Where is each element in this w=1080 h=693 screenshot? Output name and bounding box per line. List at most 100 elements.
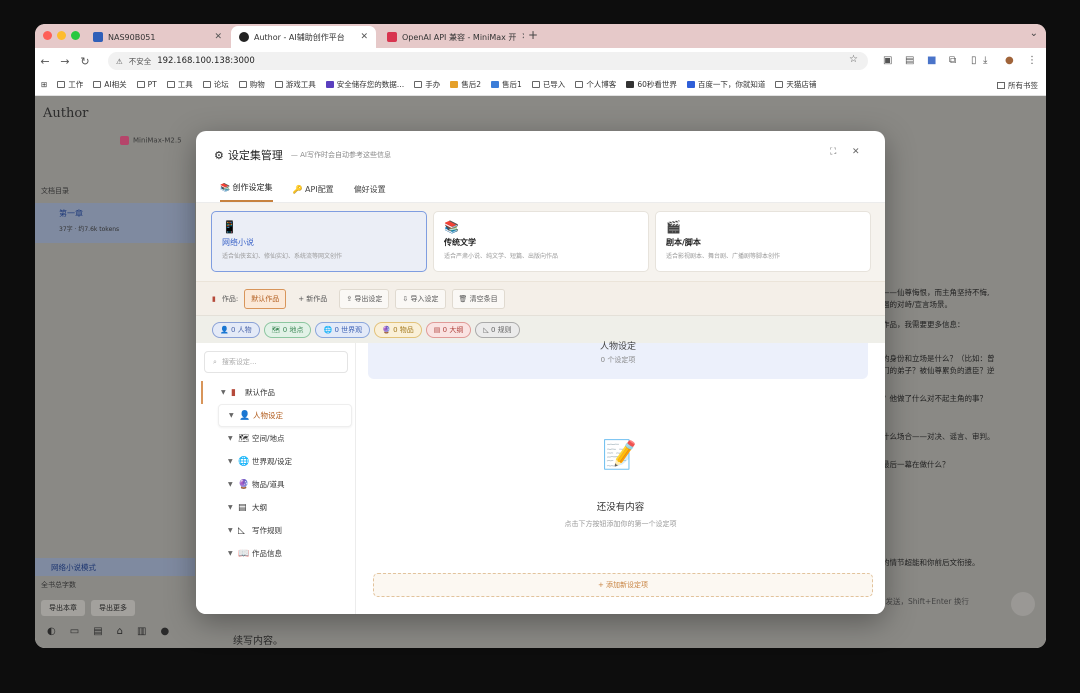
- settings-main-panel: 人物设定 0 个设定项 📝 还没有内容 点击下方按钮添加你的第一个设定项 + 添…: [356, 342, 885, 614]
- extension-icon[interactable]: ■: [927, 55, 936, 66]
- stat-chip-locations[interactable]: 🗺 0 地点: [263, 321, 312, 338]
- book-icon[interactable]: ▥: [137, 626, 146, 637]
- save-icon[interactable]: ▭: [70, 626, 79, 637]
- extensions-puzzle-icon[interactable]: ⧉: [949, 55, 956, 66]
- tree-item-items[interactable]: ▼ 🔮 物品/道具: [196, 473, 356, 496]
- default-work-button[interactable]: 默认作品: [244, 288, 287, 309]
- chevron-down-icon[interactable]: ▼: [228, 458, 238, 465]
- tab-api-config[interactable]: 🔑 API配置: [293, 184, 334, 202]
- bookmark-link[interactable]: 60秒看世界: [626, 79, 677, 90]
- tree-item-world[interactable]: ▼ 🌐 世界观/设定: [196, 450, 356, 473]
- open-book-icon: 📖: [238, 548, 250, 559]
- tree-item-outline[interactable]: ▼ ▤ 大纲: [196, 496, 356, 519]
- tab-search-icon[interactable]: ⌄: [1030, 28, 1038, 39]
- add-setting-button[interactable]: + 添加新设定项: [373, 573, 873, 597]
- browser-tab[interactable]: NAS90B051 ✕: [85, 26, 230, 48]
- bookmark-folder[interactable]: 天猫店铺: [775, 79, 816, 90]
- bookmark-folder[interactable]: 购物: [238, 79, 265, 90]
- export-chapter-button[interactable]: 导出本章: [41, 600, 85, 616]
- browser-tab-active[interactable]: Author - AI辅助创作平台 ✕: [231, 26, 376, 48]
- chevron-down-icon[interactable]: ▼: [221, 389, 231, 396]
- minimize-window-button[interactable]: [57, 31, 66, 40]
- close-tab-icon[interactable]: ✕: [521, 32, 524, 42]
- browser-tab[interactable]: OpenAI API 兼容 - MiniMax 开 ✕: [379, 26, 524, 48]
- avatar-icon[interactable]: ●: [1005, 55, 1014, 66]
- tree-root-default-work[interactable]: ▼ ▮ 默认作品: [201, 381, 356, 404]
- bookmark-link[interactable]: 百度一下，你就知道: [686, 79, 765, 90]
- chevron-down-icon[interactable]: ▼: [228, 504, 238, 511]
- stat-chip-world[interactable]: 🌐 0 世界观: [315, 321, 371, 338]
- category-banner: 人物设定 0 个设定项: [368, 342, 868, 379]
- tab-creative-settings[interactable]: 📚 创作设定集: [220, 182, 273, 202]
- close-icon[interactable]: ✕: [852, 147, 860, 157]
- extension-icon[interactable]: ▤: [905, 55, 914, 66]
- forward-icon[interactable]: →: [55, 55, 75, 68]
- address-bar[interactable]: ⚠ 不安全 192.168.100.138:3000 ☆: [108, 52, 868, 70]
- bookmark-star-icon[interactable]: ☆: [849, 54, 858, 65]
- stat-chip-outline[interactable]: ▤ 0 大纲: [425, 321, 472, 338]
- menu-icon[interactable]: ⋮: [1027, 55, 1037, 66]
- bookmark-link[interactable]: 售后2: [450, 79, 481, 90]
- bookmark-link[interactable]: 售后1: [491, 79, 522, 90]
- insecure-icon[interactable]: ⚠: [116, 57, 123, 66]
- chapter-title[interactable]: 第一章: [59, 208, 83, 219]
- chevron-down-icon[interactable]: ▼: [228, 527, 238, 534]
- bookmark-folder[interactable]: PT: [136, 80, 157, 89]
- close-window-button[interactable]: [43, 31, 52, 40]
- chevron-down-icon[interactable]: ▼: [228, 435, 238, 442]
- all-bookmarks[interactable]: 所有书签: [997, 80, 1038, 91]
- tree-item-work-info[interactable]: ▼ 📖 作品信息: [196, 542, 356, 565]
- bookmark-folder[interactable]: 工具: [166, 79, 193, 90]
- chevron-down-icon[interactable]: ▼: [229, 412, 239, 419]
- bookmark-link[interactable]: 安全储存您的数据…: [325, 79, 404, 90]
- genre-card-web-novel[interactable]: 📱 网络小说 适合仙侠玄幻、修仙实幻、系统流等网文创作: [211, 211, 427, 272]
- tree-item-characters[interactable]: ▼ 👤 人物设定: [218, 404, 352, 427]
- bookmark-folder[interactable]: 工作: [57, 79, 83, 90]
- reload-icon[interactable]: ↻: [75, 55, 95, 68]
- bookmark-folder[interactable]: AI相关: [93, 79, 127, 90]
- export-settings-button[interactable]: ⇪ 导出设定: [339, 288, 390, 309]
- import-settings-button[interactable]: ⇩ 导入设定: [395, 288, 446, 309]
- stat-chip-items[interactable]: 🔮 0 物品: [374, 321, 422, 338]
- back-icon[interactable]: ←: [35, 55, 55, 68]
- bookmark-folder[interactable]: 已导入: [531, 79, 565, 90]
- zoom-window-button[interactable]: [71, 31, 80, 40]
- url-text[interactable]: 192.168.100.138:3000: [157, 56, 255, 66]
- settings-modal: ⚙ 设定集管理 — AI写作时会自动参考这些信息 ⛶ ✕ 📚 创作设定集 🔑 A…: [196, 131, 885, 614]
- chevron-down-icon[interactable]: ▼: [228, 550, 238, 557]
- genre-card-literature[interactable]: 📚 传统文学 适合严肃小说、纯文学、短篇、出版向作品: [433, 211, 649, 272]
- download-icon[interactable]: ⤓: [983, 55, 987, 66]
- tree-item-locations[interactable]: ▼ 🗺 空间/地点: [196, 427, 356, 450]
- bookmark-folder[interactable]: 个人博客: [575, 79, 616, 90]
- model-selector[interactable]: MiniMax-M2.5: [120, 136, 182, 145]
- chat-line: 设计的情节超能和你前后文衔接。: [867, 558, 980, 567]
- tab-preferences[interactable]: 偏好设置: [354, 184, 386, 202]
- chevron-down-icon[interactable]: ▼: [228, 481, 238, 488]
- insecure-label[interactable]: 不安全: [129, 56, 152, 67]
- search-input[interactable]: ⌕ 搜索设定...: [204, 351, 348, 373]
- bookmark-folder[interactable]: 游戏工具: [274, 79, 316, 90]
- new-work-button[interactable]: + 新作品: [292, 290, 333, 308]
- close-tab-icon[interactable]: ✕: [360, 32, 368, 42]
- fullscreen-icon[interactable]: ⛶: [830, 147, 836, 157]
- share-icon[interactable]: ⌂: [117, 626, 123, 637]
- bookmark-folder[interactable]: 论坛: [202, 79, 229, 90]
- theme-icon[interactable]: ◐: [47, 626, 56, 637]
- folder-icon[interactable]: ▤: [93, 626, 102, 637]
- side-panel-icon[interactable]: ▯: [971, 55, 977, 66]
- apps-grid-icon[interactable]: ⊞: [41, 80, 47, 89]
- export-more-button[interactable]: 导出更多: [91, 600, 135, 616]
- new-tab-button[interactable]: +: [528, 28, 538, 42]
- stat-chip-characters[interactable]: 👤 0 人物: [212, 321, 260, 338]
- tree-item-rules[interactable]: ▼ ◺ 写作规则: [196, 519, 356, 542]
- close-tab-icon[interactable]: ✕: [214, 32, 222, 42]
- genre-card-script[interactable]: 🎬 剧本/脚本 适合影视剧本、舞台剧、广播剧等脚本创作: [655, 211, 871, 272]
- send-button[interactable]: [1011, 592, 1035, 616]
- stat-chip-rules[interactable]: ◺ 0 规则: [475, 321, 520, 338]
- extension-icon[interactable]: ▣: [883, 55, 892, 66]
- folder-icon: [166, 81, 175, 88]
- github-icon[interactable]: ●: [160, 626, 169, 637]
- mode-label[interactable]: 网络小说模式: [35, 558, 195, 576]
- bookmark-folder[interactable]: 手办: [414, 79, 440, 90]
- clear-items-button[interactable]: 🗑 清空条目: [451, 288, 505, 309]
